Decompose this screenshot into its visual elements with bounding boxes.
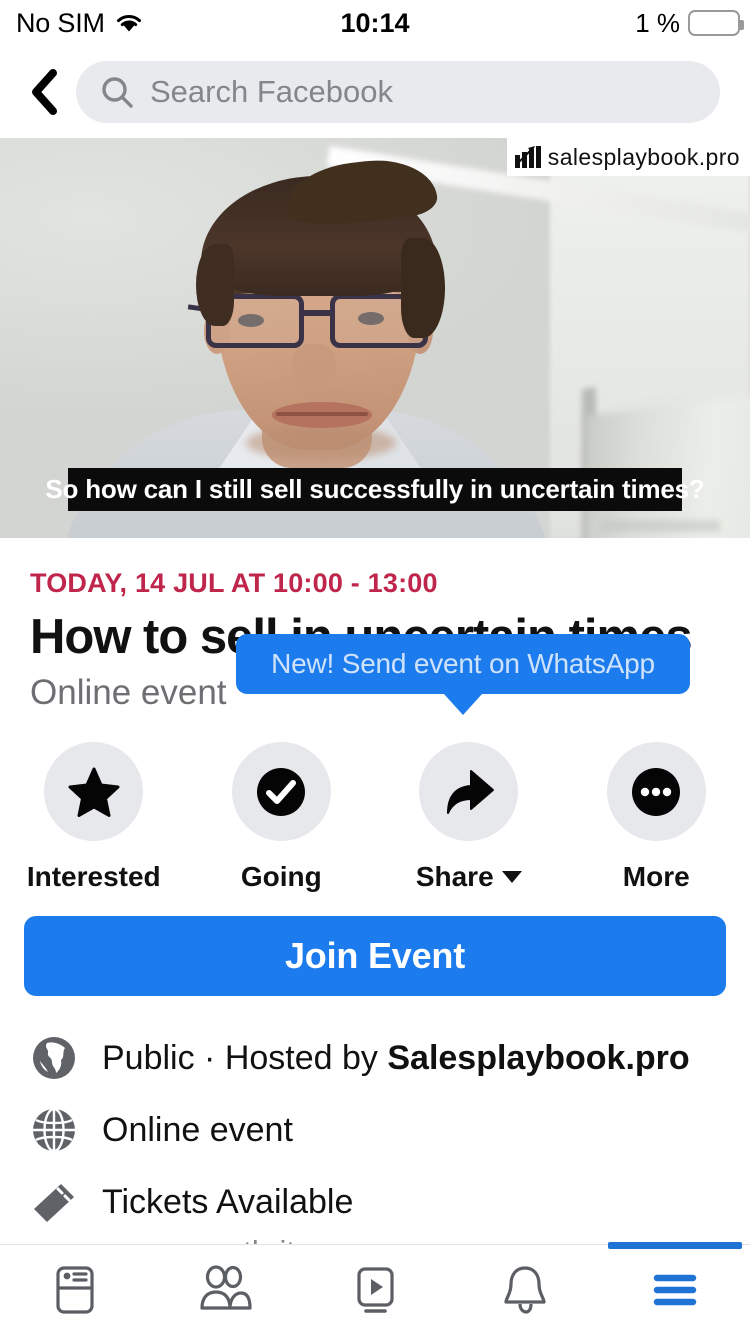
search-input[interactable]: Search Facebook xyxy=(76,61,720,123)
star-icon xyxy=(68,767,120,817)
share-button[interactable]: Share xyxy=(384,742,554,893)
status-bar-right: 1 % xyxy=(635,7,744,39)
menu-hamburger-icon xyxy=(653,1274,697,1305)
news-feed-icon xyxy=(56,1265,94,1314)
event-datetime: TODAY, 14 JUL AT 10:00 - 13:00 xyxy=(30,568,438,598)
back-chevron-icon xyxy=(32,69,57,115)
interested-label-text: Interested xyxy=(26,861,161,892)
host-name: Salesplaybook.pro xyxy=(387,1038,690,1077)
whatsapp-promo-tooltip-text: New! Send event on WhatsApp xyxy=(271,648,655,679)
going-label: Going xyxy=(241,861,322,893)
bar-chart-logo-icon xyxy=(514,146,541,168)
video-caption: So how can I still sell successfully in … xyxy=(45,468,705,511)
video-caption-text: So how can I still sell successfully in … xyxy=(45,474,705,504)
nav-news-feed[interactable] xyxy=(0,1245,150,1334)
interested-button-circle xyxy=(44,742,144,841)
search-placeholder: Search Facebook xyxy=(150,74,393,109)
globe-africa-icon xyxy=(28,1035,80,1081)
info-row-online-event-text: Online event xyxy=(102,1110,293,1149)
interested-label: Interested xyxy=(27,861,161,893)
ellipsis-circle-icon xyxy=(632,767,681,816)
going-button-circle xyxy=(231,742,331,841)
join-event-button[interactable]: Join Event xyxy=(24,916,726,996)
share-arrow-icon xyxy=(446,769,494,814)
battery-percent-label: 1 % xyxy=(635,7,680,38)
ticket-icon xyxy=(28,1179,80,1225)
share-label-text: Share xyxy=(415,861,494,892)
nav-menu[interactable] xyxy=(600,1241,750,1334)
privacy-host-prefix: Public · Hosted by xyxy=(102,1038,388,1077)
back-button[interactable] xyxy=(14,69,76,115)
tooltip-arrow-icon xyxy=(444,694,482,715)
battery-low-icon xyxy=(688,10,744,36)
info-row-privacy-host[interactable]: Public · Hosted by Salesplaybook.pro xyxy=(0,1022,750,1094)
event-action-row: Interested Going Share More xyxy=(0,742,750,893)
watermark-text: salesplaybook.pro xyxy=(547,143,740,170)
floor-detail xyxy=(600,520,720,532)
chevron-down-icon xyxy=(501,871,522,883)
watch-video-icon xyxy=(357,1266,394,1313)
more-button[interactable]: More xyxy=(571,742,741,893)
more-label: More xyxy=(623,861,690,893)
friends-icon xyxy=(200,1264,252,1310)
bottom-navigation-bar xyxy=(0,1241,750,1334)
notifications-bell-icon xyxy=(504,1265,546,1314)
going-button[interactable]: Going xyxy=(196,742,366,893)
event-cover-video[interactable]: So how can I still sell successfully in … xyxy=(0,138,750,538)
event-info-list: Public · Hosted by Salesplaybook.pro Onl… xyxy=(0,1022,750,1270)
whatsapp-promo-tooltip[interactable]: New! Send event on WhatsApp xyxy=(236,634,690,694)
join-event-button-label: Join Event xyxy=(284,935,466,976)
nav-watch[interactable] xyxy=(300,1245,450,1334)
interested-button[interactable]: Interested xyxy=(9,742,179,893)
search-icon xyxy=(102,77,133,108)
nav-friends[interactable] xyxy=(150,1245,300,1334)
more-button-circle xyxy=(606,742,706,841)
share-button-circle xyxy=(419,742,519,841)
globe-grid-icon xyxy=(28,1107,80,1153)
info-row-privacy-host-text: Public · Hosted by Salesplaybook.pro xyxy=(102,1039,690,1078)
doorway xyxy=(586,390,750,538)
going-label-text: Going xyxy=(240,861,322,892)
status-bar: No SIM 10:14 1 % xyxy=(0,0,750,46)
info-row-online-event[interactable]: Online event xyxy=(0,1094,750,1166)
nav-notifications[interactable] xyxy=(450,1245,600,1334)
check-circle-icon xyxy=(257,767,306,816)
facebook-event-screen: No SIM 10:14 1 % Search Facebook So how … xyxy=(0,0,750,1334)
app-header: Search Facebook xyxy=(0,46,750,138)
info-row-tickets-text: Tickets Available xyxy=(102,1182,354,1221)
share-label: Share xyxy=(416,861,522,893)
video-watermark: salesplaybook.pro xyxy=(506,138,750,176)
more-label-text: More xyxy=(622,861,690,892)
info-row-tickets[interactable]: Tickets Available xyxy=(0,1166,750,1238)
